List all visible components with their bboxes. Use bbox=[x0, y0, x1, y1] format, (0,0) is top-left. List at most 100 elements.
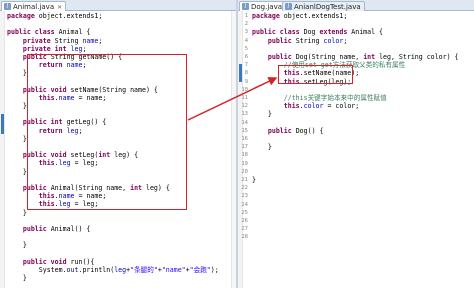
code-token: private bbox=[22, 36, 51, 45]
close-tab-icon[interactable]: ✕ bbox=[57, 4, 62, 11]
line-number: 23 bbox=[241, 193, 248, 200]
code-token: } bbox=[252, 143, 272, 151]
code-token: run(){ bbox=[66, 257, 95, 266]
code-token: Animal { bbox=[54, 28, 91, 37]
code-token: = color; bbox=[323, 102, 360, 111]
code-token: Dog bbox=[299, 28, 320, 37]
code-token: //this关键字始本来中的属性赋值 bbox=[283, 93, 387, 102]
line-number: 26 bbox=[241, 218, 248, 225]
code-token: } bbox=[7, 241, 27, 250]
right-line-numbers: 1 2 3 4 5 6 7 8 9 10 11 12 13 14 15 16 17 18 19 20 21 22 23 24 2… bbox=[238, 12, 248, 242]
line-number: 14 bbox=[241, 119, 248, 126]
code-token: public bbox=[22, 224, 47, 233]
code-line: public void run(){ bbox=[7, 258, 219, 266]
code-line: private String name; bbox=[7, 37, 219, 45]
java-file-icon: J bbox=[285, 3, 292, 10]
line-number: 21 bbox=[241, 177, 248, 184]
code-token: .println( bbox=[78, 265, 115, 274]
code-token: Animal { bbox=[347, 28, 384, 37]
code-token: String bbox=[291, 36, 324, 45]
java-file-icon: J bbox=[242, 3, 249, 10]
line-number: 5 bbox=[244, 45, 248, 52]
code-token: ; bbox=[82, 44, 87, 53]
code-token: color bbox=[303, 102, 324, 111]
right-code-area[interactable]: package object.extends1; public class Do… bbox=[252, 12, 458, 184]
right-editor-pane: JDog.java✕ JAnianlDogTest.java 123456789… bbox=[238, 0, 474, 288]
line-number: 16 bbox=[241, 136, 248, 143]
code-token: object.extends1; bbox=[279, 12, 348, 20]
line-number: 27 bbox=[241, 226, 248, 233]
line-number: 6 bbox=[244, 54, 248, 61]
tab-anianl-dog-test-java[interactable]: J AnianlDogTest.java bbox=[282, 1, 365, 11]
code-token: } bbox=[7, 208, 27, 217]
change-marker bbox=[239, 64, 242, 82]
code-token: System. bbox=[7, 265, 67, 274]
code-token: public class bbox=[252, 28, 300, 37]
code-token: leg bbox=[70, 44, 83, 53]
getter-setter-highlight-box bbox=[27, 54, 187, 210]
java-file-icon: J bbox=[4, 3, 11, 10]
left-ruler bbox=[0, 11, 5, 288]
code-line: public String color; bbox=[252, 37, 458, 45]
line-number: 10 bbox=[241, 86, 248, 93]
code-line: package object.extends1; bbox=[7, 12, 219, 20]
line-number: 2 bbox=[244, 21, 248, 28]
line-number: 13 bbox=[241, 111, 248, 118]
code-token: "条腿的" bbox=[130, 265, 158, 274]
code-token: name bbox=[82, 36, 99, 45]
code-token: ; bbox=[343, 36, 348, 45]
super-method-call-highlight-box bbox=[278, 65, 353, 84]
line-number: 17 bbox=[241, 144, 248, 151]
line-number: 22 bbox=[241, 185, 248, 192]
code-token: public bbox=[267, 52, 292, 61]
code-token: package bbox=[7, 12, 35, 20]
code-token: this bbox=[283, 102, 300, 111]
code-token: public bbox=[267, 36, 292, 45]
code-token: "会跑" bbox=[189, 265, 211, 274]
code-token: color bbox=[323, 36, 344, 45]
line-number: 25 bbox=[241, 209, 248, 216]
change-marker bbox=[1, 114, 4, 134]
line-number: 19 bbox=[241, 160, 248, 167]
code-line: public class Dog extends Animal { bbox=[252, 28, 458, 36]
code-line: this.color = color; bbox=[252, 102, 458, 110]
code-line: public Dog(String name, int leg, String … bbox=[252, 52, 459, 61]
code-line: //this关键字始本来中的属性赋值 bbox=[252, 94, 458, 102]
code-token: } bbox=[7, 69, 27, 78]
code-token: } bbox=[7, 102, 27, 111]
right-tab-bar: JDog.java✕ JAnianlDogTest.java bbox=[238, 0, 474, 11]
code-token: } bbox=[7, 134, 27, 143]
code-token: public class bbox=[7, 28, 55, 37]
left-tab-bar: J Animal.java ✕ bbox=[0, 0, 236, 11]
code-token: } bbox=[252, 110, 272, 119]
code-token: out bbox=[66, 265, 79, 274]
code-line: package object.extends1; bbox=[252, 12, 458, 20]
code-token: extends bbox=[319, 28, 348, 37]
code-token: Dog() { bbox=[291, 126, 324, 135]
code-token: public void bbox=[22, 257, 67, 266]
tab-animal-java[interactable]: J Animal.java ✕ bbox=[1, 1, 67, 11]
code-token: ; bbox=[98, 36, 103, 45]
code-token: private int bbox=[22, 44, 67, 53]
line-number: 24 bbox=[241, 201, 248, 208]
code-token: String bbox=[50, 36, 83, 45]
